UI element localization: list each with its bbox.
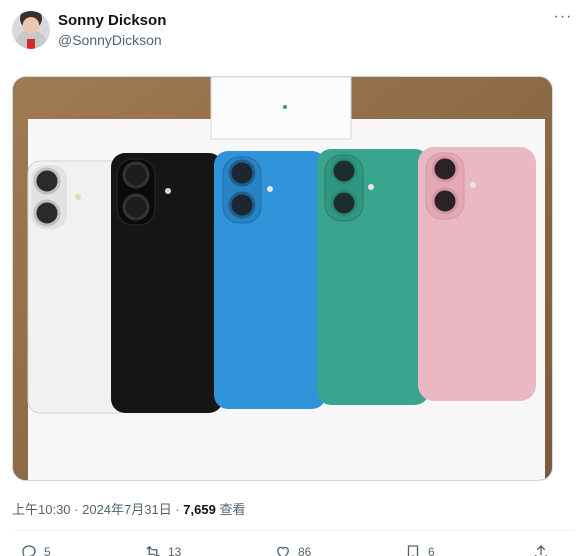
divider: [12, 530, 575, 531]
share-button[interactable]: [532, 543, 550, 556]
meta-separator: ·: [70, 502, 83, 517]
tweet-meta: 上午10:30 · 2024年7月31日 · 7,659 查看: [12, 499, 245, 518]
tweet-photo[interactable]: [12, 76, 553, 481]
bookmark-icon: [407, 545, 419, 556]
tweet-header: Sonny Dickson @SonnyDickson ···: [12, 9, 575, 55]
views-count: 7,659: [183, 502, 216, 517]
avatar[interactable]: [12, 11, 50, 49]
repost-button[interactable]: 13: [144, 543, 181, 556]
bookmark-count: 6: [428, 545, 435, 556]
like-button[interactable]: 86: [274, 543, 311, 556]
tweet-time[interactable]: 上午10:30: [12, 502, 71, 517]
meta-separator: ·: [171, 502, 184, 517]
repost-icon: [146, 545, 160, 556]
reply-icon: [22, 545, 36, 556]
reply-count: 5: [44, 545, 51, 556]
tweet-actions: 5 13 86 6: [12, 540, 575, 556]
heart-icon: [277, 546, 289, 556]
author-handle[interactable]: @SonnyDickson: [58, 32, 162, 48]
tweet-date[interactable]: 2024年7月31日: [82, 502, 172, 517]
repost-count: 13: [168, 545, 182, 556]
author-name[interactable]: Sonny Dickson: [58, 12, 166, 29]
reply-button[interactable]: 5: [20, 543, 51, 556]
share-icon: [535, 545, 547, 556]
more-options-button[interactable]: ···: [553, 9, 573, 31]
like-count: 86: [298, 545, 312, 556]
phones-image: [13, 77, 552, 480]
bookmark-button[interactable]: 6: [404, 543, 435, 556]
views-label: 查看: [215, 502, 246, 517]
